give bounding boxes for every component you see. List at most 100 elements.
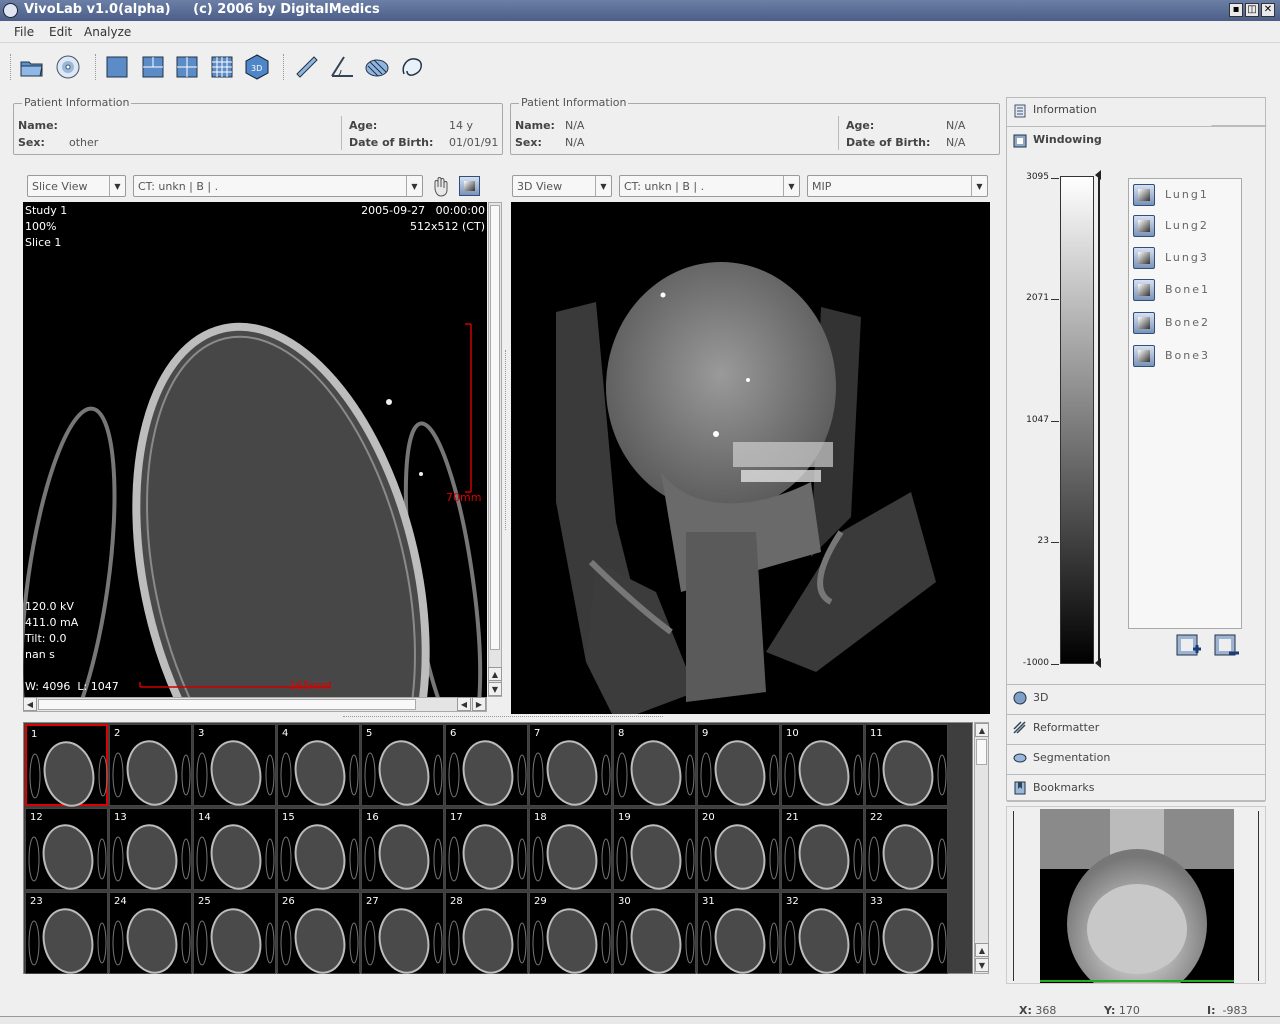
scroll-thumb[interactable]	[490, 205, 500, 650]
thumbnail-slice[interactable]: 30	[613, 892, 696, 974]
splitter-handle[interactable]	[343, 716, 663, 719]
maximize-button[interactable]: ◫	[1245, 3, 1259, 17]
preset-bone3[interactable]: Bone3	[1129, 342, 1241, 369]
slice-horizontal-scrollbar[interactable]: ◀ ◀ ▶	[23, 697, 487, 712]
add-preset-button[interactable]	[1175, 633, 1203, 659]
preset-bone2[interactable]: Bone2	[1129, 309, 1241, 336]
section-segmentation[interactable]: Segmentation	[1007, 744, 1265, 772]
window-gradient-bar[interactable]	[1060, 176, 1094, 664]
angle-icon[interactable]	[327, 52, 357, 82]
thumbnail-slice[interactable]: 4	[277, 724, 360, 806]
open-folder-icon[interactable]	[17, 52, 47, 82]
section-windowing[interactable]: Windowing	[1007, 126, 1265, 154]
thumbnail-slice[interactable]: 26	[277, 892, 360, 974]
thumbnail-slice[interactable]: 19	[613, 808, 696, 890]
slice-view-select[interactable]: Slice View ▼	[27, 175, 126, 197]
menu-file[interactable]: File	[14, 25, 34, 39]
thumbnail-slice[interactable]: 20	[697, 808, 780, 890]
thumbnail-slice[interactable]: 13	[109, 808, 192, 890]
preset-icon	[1133, 215, 1155, 237]
thumbnail-slice[interactable]: 33	[865, 892, 948, 974]
hand-icon[interactable]	[430, 175, 452, 197]
thumbnail-slice[interactable]: 16	[361, 808, 444, 890]
3d-viewport[interactable]	[511, 202, 990, 722]
snapshot-icon[interactable]	[459, 176, 480, 196]
thumbnail-slice[interactable]: 2	[109, 724, 192, 806]
scroll-left-button[interactable]: ◀	[23, 697, 37, 711]
scroll-up-button[interactable]: ▲	[975, 943, 989, 957]
menu-analyze[interactable]: Analyze	[84, 25, 131, 39]
scout-image	[1040, 809, 1234, 983]
thumbnail-slice[interactable]: 29	[529, 892, 612, 974]
single-view-icon[interactable]	[102, 52, 132, 82]
thumbnail-slice[interactable]: 22	[865, 808, 948, 890]
minimize-button[interactable]: ▪	[1229, 3, 1243, 17]
section-bookmarks[interactable]: Bookmarks	[1007, 774, 1265, 802]
thumbnail-slice[interactable]: 14	[193, 808, 276, 890]
lasso-icon[interactable]	[397, 52, 427, 82]
thumbnail-slice[interactable]: 8	[613, 724, 696, 806]
section-reformatter[interactable]: Reformatter	[1007, 714, 1265, 742]
thumbnail-slice[interactable]: 6	[445, 724, 528, 806]
thumbnail-scrollbar[interactable]: ▲ ▲ ▼	[974, 722, 989, 974]
thumbnail-slice[interactable]: 18	[529, 808, 612, 890]
scout-view[interactable]	[1006, 806, 1266, 984]
render-mode-select[interactable]: MIP ▼	[807, 175, 988, 197]
thumbnail-slice[interactable]: 23	[25, 892, 108, 974]
section-3d[interactable]: 3D	[1007, 684, 1265, 712]
preset-lung1[interactable]: Lung1	[1129, 181, 1241, 208]
remove-preset-button[interactable]	[1213, 633, 1241, 659]
scroll-up-button[interactable]: ▲	[975, 723, 989, 737]
age-label: Age:	[349, 119, 378, 132]
thumbnail-slice[interactable]: 25	[193, 892, 276, 974]
slice-viewport[interactable]: Study 1 100% Slice 1 2005-09-27 00:00:00…	[23, 202, 487, 697]
scroll-left-button[interactable]: ◀	[457, 697, 471, 711]
section-information[interactable]: Information	[1007, 98, 1267, 126]
3d-view-select[interactable]: 3D View ▼	[512, 175, 612, 197]
app-menu-icon[interactable]	[3, 3, 18, 18]
split-view-icon[interactable]	[138, 52, 168, 82]
scroll-up-button[interactable]: ▲	[488, 667, 502, 681]
thumbnail-slice[interactable]: 17	[445, 808, 528, 890]
3d-series-select[interactable]: CT: unkn | B | . ▼	[619, 175, 800, 197]
slice-series-select[interactable]: CT: unkn | B | . ▼	[133, 175, 423, 197]
sphere-icon	[1013, 691, 1027, 705]
image-icon	[1013, 134, 1027, 148]
scroll-down-button[interactable]: ▼	[488, 682, 502, 696]
menu-edit[interactable]: Edit	[49, 25, 72, 39]
scroll-thumb[interactable]	[976, 739, 987, 765]
thumbnail-slice[interactable]: 9	[697, 724, 780, 806]
grid-view-icon[interactable]	[207, 52, 237, 82]
preset-lung3[interactable]: Lung3	[1129, 244, 1241, 271]
thumbnail-slice[interactable]: 7	[529, 724, 612, 806]
chevron-down-icon: ▼	[406, 176, 422, 196]
thumbnail-slice[interactable]: 32	[781, 892, 864, 974]
scroll-down-button[interactable]: ▼	[975, 958, 989, 972]
thumbnail-slice[interactable]: 12	[25, 808, 108, 890]
preset-lung2[interactable]: Lung2	[1129, 212, 1241, 239]
thumbnail-slice-selected[interactable]: 1	[25, 724, 108, 807]
ruler-icon[interactable]	[292, 52, 322, 82]
thumbnail-slice[interactable]: 31	[697, 892, 780, 974]
volume-icon[interactable]	[362, 52, 392, 82]
quad-view-icon[interactable]	[172, 52, 202, 82]
thumbnail-slice[interactable]: 5	[361, 724, 444, 806]
thumbnail-slice[interactable]: 11	[865, 724, 948, 806]
3d-cube-icon[interactable]: 3D	[242, 52, 272, 82]
scroll-thumb[interactable]	[38, 699, 416, 710]
thumbnail-slice[interactable]: 15	[277, 808, 360, 890]
thumbnail-slice[interactable]: 27	[361, 892, 444, 974]
scroll-right-button[interactable]: ▶	[472, 697, 486, 711]
close-button[interactable]: ✕	[1261, 3, 1275, 17]
thumbnail-slice[interactable]: 21	[781, 808, 864, 890]
thumbnail-slice[interactable]: 10	[781, 724, 864, 806]
thumbnail-number: 14	[198, 812, 211, 823]
thumbnail-slice[interactable]: 24	[109, 892, 192, 974]
section-label: 3D	[1033, 691, 1049, 704]
thumbnail-slice[interactable]: 28	[445, 892, 528, 974]
splitter-handle[interactable]	[505, 350, 508, 530]
cd-icon[interactable]	[53, 52, 83, 82]
thumbnail-slice[interactable]: 3	[193, 724, 276, 806]
preset-bone1[interactable]: Bone1	[1129, 276, 1241, 303]
slice-vertical-scrollbar[interactable]: ▲ ▼	[488, 202, 502, 697]
